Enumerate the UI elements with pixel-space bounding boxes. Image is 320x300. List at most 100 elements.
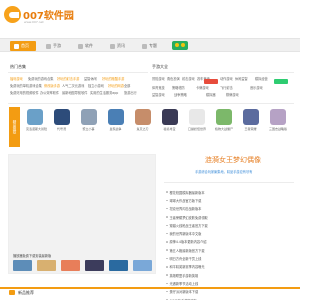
- boutique-title: 手游大全: [152, 64, 168, 69]
- news-item[interactable]: 英雄联盟手游新英雄: [166, 271, 294, 279]
- news-title: 英雄联盟手游新英雄: [169, 273, 199, 278]
- section-icon: [9, 290, 15, 295]
- site-logo[interactable]: 007软件园 www.007.net: [4, 6, 84, 28]
- hot-tag[interactable]: 办公效率软件: [40, 90, 59, 95]
- app-item[interactable]: 王者荣耀: [242, 109, 259, 131]
- app-name: 植物大战僵尸: [215, 127, 234, 131]
- news-item[interactable]: 坦克世界闪击战新版本: [166, 205, 294, 213]
- hot-tag[interactable]: 免费玩的单机游戏合集: [10, 83, 42, 88]
- bullet-icon: [166, 257, 168, 260]
- hot-tag[interactable]: 独立小游戏: [88, 83, 104, 88]
- app-name: 口袋妖怪世界: [188, 127, 207, 131]
- banner-thumbnail[interactable]: [61, 260, 80, 271]
- app-name: 三国志战略版: [269, 127, 288, 131]
- hot-tag[interactable]: 福利游戏: [10, 76, 23, 81]
- category-tag[interactable]: 射击游戏: [182, 76, 195, 81]
- app-item[interactable]: 秘境寻宝: [161, 109, 178, 131]
- category-tag[interactable]: 休闲益智: [235, 76, 248, 81]
- hot-flag-button[interactable]: [204, 79, 218, 84]
- nav-games[interactable]: 手游: [42, 41, 68, 51]
- hot-tag[interactable]: 最新地图导航软件: [62, 90, 88, 95]
- game-badge-icon[interactable]: [172, 41, 188, 50]
- category-tag[interactable]: 益智游戏: [152, 92, 165, 97]
- category-tag[interactable]: 音乐游戏: [250, 85, 263, 90]
- category-tag[interactable]: 动作游戏: [220, 76, 233, 81]
- news-item[interactable]: 我的世界新版本中文版: [166, 229, 294, 237]
- banner-thumbnail[interactable]: [85, 260, 104, 271]
- app-icon: [215, 109, 232, 125]
- app-name: 秘境寻宝: [163, 127, 176, 131]
- promo-subtitle[interactable]: 手游综合玩家聚集地，精品手游应有尽有: [195, 169, 252, 174]
- nav-software[interactable]: 软件: [74, 41, 100, 51]
- news-item[interactable]: 和平精英新赛季内容曝光: [166, 263, 294, 271]
- hot-tag[interactable]: 益智休闲: [84, 76, 97, 81]
- nav-topics[interactable]: 专题: [138, 41, 164, 51]
- app-item[interactable]: 皇家战争: [107, 109, 124, 131]
- category-tag[interactable]: 卡牌游戏: [196, 85, 209, 90]
- bullet-icon: [166, 266, 168, 268]
- bottom-section-title: 新品推荐: [18, 290, 34, 295]
- banner-carousel[interactable]: 播放器免费下载安装最新版: [8, 154, 156, 274]
- hot-tag[interactable]: 修改版手游: [44, 83, 60, 88]
- topic-icon: [142, 43, 147, 49]
- nav-news[interactable]: 资讯: [106, 41, 132, 51]
- bullet-icon: [166, 274, 168, 276]
- hot-tag[interactable]: 免费玩的游戏合集: [28, 76, 54, 81]
- category-tag[interactable]: 战争策略: [174, 92, 187, 97]
- news-item[interactable]: 球球大作战官方版下载: [166, 196, 294, 204]
- hot-title: 热门合集: [10, 64, 26, 69]
- app-icon: [161, 109, 178, 125]
- app-item[interactable]: 口袋妖怪世界: [188, 109, 207, 131]
- bullet-icon: [166, 290, 168, 293]
- news-title: 球球大作战官方版下载: [169, 198, 202, 203]
- bullet-icon: [166, 224, 168, 227]
- promo-title[interactable]: 涟漪女王梦幻偶像: [205, 155, 261, 165]
- hot-tag[interactable]: 好玩的跑酷手游: [102, 76, 124, 81]
- hot-tag[interactable]: 实用的生活服务app: [90, 90, 118, 95]
- new-flag-button[interactable]: [274, 79, 288, 84]
- news-item[interactable]: 穿越火线枪战王者官方下载: [166, 221, 294, 229]
- recommend-side-tab[interactable]: 精品推荐: [9, 107, 20, 147]
- news-item[interactable]: 原神4.4版本更新内容介绍: [166, 238, 294, 246]
- banner-thumbnail[interactable]: [37, 260, 56, 271]
- category-tag[interactable]: 冒险游戏: [152, 76, 165, 81]
- news-title: 明日方舟全新干员上线: [169, 257, 202, 262]
- app-item[interactable]: 三国志战略版: [269, 109, 288, 131]
- category-tag[interactable]: 策略塔防: [172, 85, 185, 90]
- app-item[interactable]: 聚立小事: [80, 109, 97, 131]
- app-item[interactable]: 植物大战僵尸: [215, 109, 234, 131]
- logo-icon: [4, 6, 21, 23]
- hot-tag[interactable]: 好玩的射击手游: [57, 76, 79, 81]
- hot-tag[interactable]: 旅游出行: [124, 90, 137, 95]
- app-item[interactable]: 代号鸢: [53, 109, 70, 131]
- hot-tag[interactable]: 免费好用的视频软件: [10, 90, 39, 95]
- category-tag[interactable]: 棋牌游戏: [226, 92, 239, 97]
- category-tag[interactable]: 体育竞技: [152, 85, 165, 90]
- news-title: 我的世界新版本中文版: [169, 232, 202, 237]
- banner-thumbnail[interactable]: [109, 260, 128, 271]
- banner-thumbnail[interactable]: [13, 260, 32, 271]
- hot-tag[interactable]: 人气二次元游戏: [62, 83, 84, 88]
- category-tag[interactable]: 飞行射击: [220, 85, 233, 90]
- app-item[interactable]: 克洛诺斯大冒险: [26, 109, 47, 131]
- category-tag[interactable]: 模拟经营: [255, 76, 268, 81]
- news-title: 原神4.4版本更新内容介绍: [169, 240, 207, 245]
- divider: [8, 103, 294, 104]
- news-item[interactable]: 第五人格最新版官方下载: [166, 246, 294, 254]
- home-icon: [14, 43, 19, 49]
- bullet-icon: [166, 207, 168, 210]
- news-item[interactable]: 明日方舟全新干员上线: [166, 254, 294, 262]
- news-item[interactable]: 樱花校园模拟器最新版本: [166, 188, 294, 196]
- news-item[interactable]: QQ飞车手游新赛车: [166, 296, 294, 300]
- banner-thumbnail[interactable]: [133, 260, 152, 271]
- news-item[interactable]: 王者荣耀梦幻皮肤免费领取: [166, 213, 294, 221]
- hot-tag[interactable]: 全部: [124, 83, 130, 88]
- category-tag[interactable]: 角色扮演: [167, 76, 180, 81]
- hot-tag[interactable]: 好玩的网游: [108, 83, 124, 88]
- app-item[interactable]: 鬼灭之刃: [134, 109, 151, 131]
- bullet-icon: [166, 191, 168, 193]
- category-tag[interactable]: 模拟器: [206, 92, 216, 97]
- nav-home[interactable]: 首页: [10, 41, 36, 51]
- apps-icon: [78, 43, 83, 49]
- news-title: 第五人格最新版官方下载: [169, 248, 205, 253]
